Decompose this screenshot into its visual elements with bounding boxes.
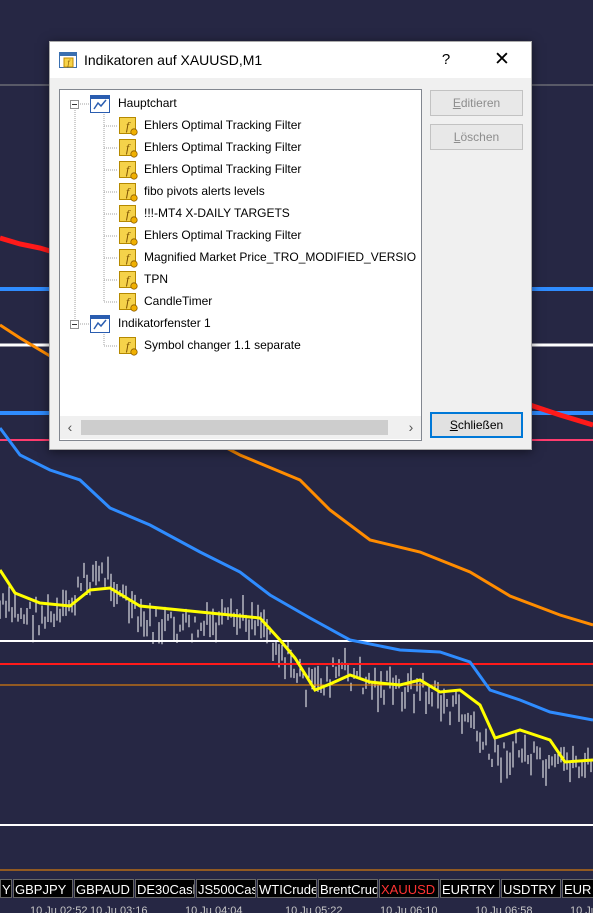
indicator-function-icon: f bbox=[119, 205, 138, 224]
time-axis-label: 10 Ju 06:10 bbox=[380, 905, 438, 913]
indicators-dialog: f Indikatoren auf XAUUSD,M1 ? ✕ Hauptcha… bbox=[49, 41, 532, 450]
symbol-tab[interactable]: JS500Cas bbox=[196, 879, 256, 898]
tree-node-label: Indikatorfenster 1 bbox=[118, 316, 211, 330]
indicator-label: Ehlers Optimal Tracking Filter bbox=[144, 162, 302, 176]
symbol-tab[interactable]: USDTRY bbox=[501, 879, 561, 898]
horizontal-scrollbar[interactable]: ‹ › bbox=[60, 416, 421, 439]
symbol-tab[interactable]: XAUUSD bbox=[379, 879, 439, 898]
indicator-label: Magnified Market Price_TRO_MODIFIED_VERS… bbox=[144, 250, 417, 264]
symbol-tab[interactable]: GBPJPY bbox=[13, 879, 73, 898]
indicator-function-icon: f bbox=[119, 117, 138, 136]
indicator-label: TPN bbox=[144, 272, 168, 286]
chart-window-icon bbox=[90, 315, 110, 333]
symbol-tab[interactable]: GBPAUD bbox=[74, 879, 134, 898]
time-axis: 10 Ju 02:52 10 Ju 03:16 10 Ju 04:04 10 Ju 0… bbox=[0, 899, 593, 913]
symbol-tab[interactable]: BrentCrude bbox=[318, 879, 378, 898]
time-axis-label: 10 Ju 03:16 bbox=[90, 905, 148, 913]
indicator-label: Symbol changer 1.1 separate bbox=[144, 338, 301, 352]
delete-button[interactable]: Löschen bbox=[430, 124, 523, 150]
symbol-tab[interactable]: EURTRY bbox=[440, 879, 500, 898]
indicator-function-icon: f bbox=[119, 249, 138, 268]
scroll-thumb[interactable] bbox=[81, 420, 388, 435]
indicator-function-icon: f bbox=[119, 337, 138, 356]
indicator-function-icon: f bbox=[119, 227, 138, 246]
close-button[interactable]: Schließen bbox=[430, 412, 523, 438]
collapse-toggle-icon[interactable] bbox=[70, 320, 79, 329]
chart-window-icon bbox=[90, 95, 110, 113]
yellow-indicator-line bbox=[0, 569, 593, 764]
indicator-label: Ehlers Optimal Tracking Filter bbox=[144, 228, 302, 242]
tree-node-label: Hauptchart bbox=[118, 96, 177, 110]
symbol-tab[interactable]: Y bbox=[0, 879, 12, 898]
indicator-function-icon: f bbox=[119, 139, 138, 158]
indicator-label: !!!-MT4 X-DAILY TARGETS bbox=[144, 206, 290, 220]
indicator-label: Ehlers Optimal Tracking Filter bbox=[144, 140, 302, 154]
indicator-function-icon: f bbox=[119, 271, 138, 290]
time-axis-label: 10 Ju 06:58 bbox=[475, 905, 533, 913]
indicator-label: CandleTimer bbox=[144, 294, 213, 308]
time-axis-label: 10 Ju 05:22 bbox=[285, 905, 343, 913]
indicator-function-icon: f bbox=[119, 161, 138, 180]
help-button[interactable]: ? bbox=[426, 44, 466, 76]
symbol-tab-bar: Y GBPJPY GBPAUD DE30Cash JS500Cas WTICrude Bre… bbox=[0, 879, 593, 899]
collapse-toggle-icon[interactable] bbox=[70, 100, 79, 109]
indicator-function-icon: f bbox=[119, 183, 138, 202]
time-axis-label: 10 Ju bbox=[570, 905, 593, 913]
dialog-title: Indikatoren auf XAUUSD,M1 bbox=[84, 52, 263, 68]
indicators-window-icon: f bbox=[59, 52, 77, 68]
time-axis-label: 10 Ju 04:04 bbox=[185, 905, 243, 913]
scroll-left-arrow-icon[interactable]: ‹ bbox=[60, 416, 80, 439]
symbol-tab[interactable]: EUR bbox=[562, 879, 593, 898]
edit-button[interactable]: Editieren bbox=[430, 90, 523, 116]
indicator-label: fibo pivots alerts levels bbox=[144, 184, 265, 198]
indicator-tree[interactable]: Hauptchart f Ehlers Optimal Tracking Filte… bbox=[59, 89, 422, 441]
dialog-titlebar[interactable]: f Indikatoren auf XAUUSD,M1 ? ✕ bbox=[50, 42, 531, 78]
close-window-button[interactable]: ✕ bbox=[480, 44, 524, 76]
indicator-function-icon: f bbox=[119, 293, 138, 312]
symbol-tab[interactable]: WTICrude bbox=[257, 879, 317, 898]
scroll-right-arrow-icon[interactable]: › bbox=[401, 416, 421, 439]
indicator-label: Ehlers Optimal Tracking Filter bbox=[144, 118, 302, 132]
symbol-tab[interactable]: DE30Cash bbox=[135, 879, 195, 898]
time-axis-label: 10 Ju 02:52 bbox=[30, 905, 88, 913]
